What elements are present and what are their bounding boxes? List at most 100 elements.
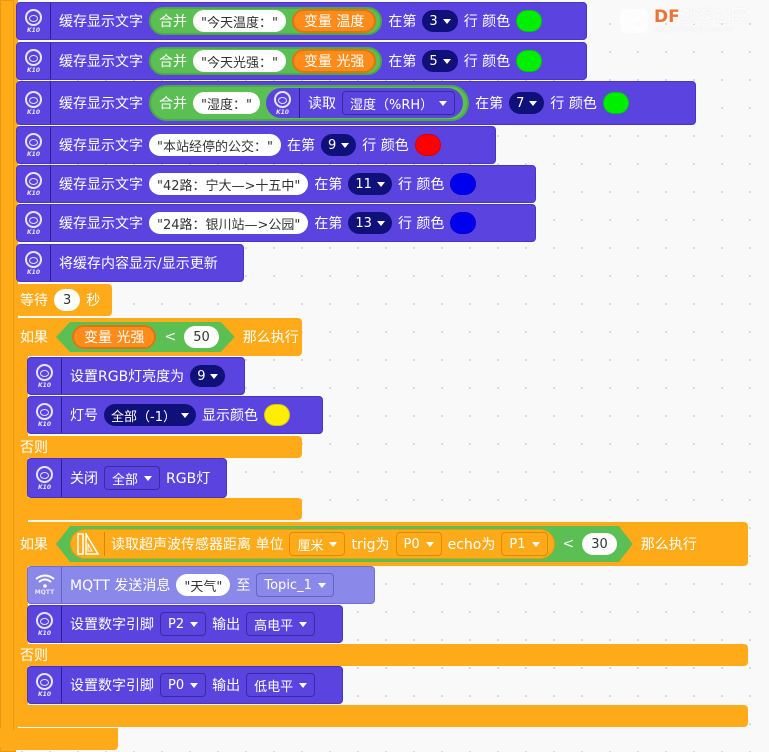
- else-label: 否则: [20, 440, 48, 456]
- color-swatch[interactable]: [516, 50, 543, 72]
- level-value: 低电平: [254, 679, 294, 695]
- line-value: 11: [355, 176, 372, 192]
- unit-value: 厘米: [297, 538, 324, 554]
- cache-text-block-1[interactable]: K10 缓存显示文字 合并 "今天温度：" 变量 温度 在第 3 行 颜色: [16, 2, 587, 40]
- text-input[interactable]: "今天光强：": [193, 50, 286, 72]
- wait-block[interactable]: 等待 3 秒: [16, 284, 112, 316]
- join-block[interactable]: 合并 "湿度：" K10 读取 湿度（%RH）: [149, 85, 470, 121]
- text-input[interactable]: "42路：宁大—>十五中": [149, 173, 309, 195]
- k10-icon: K10: [28, 667, 62, 703]
- row-color-label: 行 颜色: [362, 138, 409, 154]
- caret-down-icon: [341, 142, 350, 148]
- mqtt-send-block[interactable]: MQTT MQTT 发送消息 "天气" 至 Topic_1: [27, 566, 375, 604]
- caret-down-icon: [442, 58, 451, 64]
- line-dropdown[interactable]: 5: [422, 50, 458, 72]
- color-swatch[interactable]: [450, 173, 477, 195]
- block-label: 设置数字引脚: [70, 617, 154, 633]
- block-label: MQTT 发送消息: [70, 578, 171, 594]
- topic-dropdown[interactable]: Topic_1: [256, 573, 334, 597]
- if-label: 如果: [20, 537, 48, 553]
- text-input[interactable]: "今天温度：": [193, 10, 286, 32]
- sensor-dropdown[interactable]: 湿度（%RH）: [341, 91, 456, 115]
- color-swatch[interactable]: [414, 134, 441, 156]
- rgb-brightness-block[interactable]: K10 设置RGB灯亮度为 9: [27, 357, 245, 395]
- message-input[interactable]: "天气": [176, 574, 231, 596]
- text-input[interactable]: "本站经停的公交：": [149, 134, 281, 156]
- if-block-2-footer: [16, 705, 748, 727]
- block-label: 将缓存内容显示/显示更新: [59, 256, 218, 272]
- line-dropdown[interactable]: 9: [320, 134, 357, 156]
- operator: <: [164, 329, 177, 345]
- line-value: 5: [429, 53, 438, 69]
- line-dropdown[interactable]: 7: [509, 92, 545, 114]
- at-label: 在第: [314, 216, 343, 232]
- level-dropdown[interactable]: 高电平: [246, 612, 316, 636]
- variable-block[interactable]: 变量 光强: [72, 325, 156, 349]
- block-label: 关闭: [70, 471, 98, 487]
- read-sensor-block[interactable]: K10 读取 湿度（%RH）: [265, 88, 464, 118]
- block-label: 缓存显示文字: [59, 14, 143, 30]
- color-swatch[interactable]: [263, 404, 290, 426]
- if-block-1-header[interactable]: 如果 变量 光强 < 50 那么执行: [16, 318, 302, 356]
- text-input[interactable]: "湿度：": [193, 92, 260, 114]
- else-bar-1: 否则: [16, 436, 302, 458]
- line-value: 3: [429, 13, 438, 29]
- k10-icon: K10: [17, 127, 51, 163]
- line-dropdown[interactable]: 13: [348, 212, 392, 234]
- join-block[interactable]: 合并 "今天温度：" 变量 温度: [149, 7, 383, 35]
- caret-down-icon: [299, 621, 308, 627]
- wait-seconds-input[interactable]: 3: [54, 289, 81, 311]
- caret-down-icon: [532, 542, 540, 547]
- echo-pin-dropdown[interactable]: P1: [501, 532, 547, 556]
- if-block-2-header[interactable]: 如果 读取超声波传感器距离 单位 厘米 trig为 P0 echo为 P1 < …: [16, 522, 748, 566]
- block-label: 缓存显示文字: [59, 216, 143, 232]
- trig-pin-dropdown[interactable]: P0: [396, 532, 442, 556]
- line-dropdown[interactable]: 3: [422, 10, 458, 32]
- join-label: 合并: [159, 54, 187, 70]
- ultrasonic-block[interactable]: 读取超声波传感器距离 单位 厘米 trig为 P0 echo为 P1: [70, 529, 555, 559]
- text-input[interactable]: "24路：银川站—>公园": [149, 212, 309, 234]
- rgb-off-block[interactable]: K10 关闭 全部 RGB灯: [27, 458, 227, 498]
- compare-block[interactable]: 变量 光强 < 50: [56, 322, 235, 352]
- else-label: 否则: [20, 648, 48, 664]
- unit-dropdown[interactable]: 厘米: [289, 532, 345, 556]
- then-label: 那么执行: [242, 330, 299, 346]
- join-block[interactable]: 合并 "今天光强：" 变量 光强: [149, 47, 383, 75]
- cache-text-block-5[interactable]: K10 缓存显示文字 "42路：宁大—>十五中" 在第 11 行 颜色: [16, 165, 536, 203]
- k10-icon: K10: [17, 3, 51, 39]
- caret-down-icon: [426, 542, 434, 547]
- watermark: DF 创客社区 mc.DFRobot.com.cn: [620, 6, 748, 36]
- color-swatch[interactable]: [516, 10, 543, 32]
- cache-text-block-3[interactable]: K10 缓存显示文字 合并 "湿度：" K10 读取 湿度（%RH） 在第 7 …: [16, 81, 696, 125]
- compare-value-input[interactable]: 30: [582, 533, 617, 555]
- variable-block[interactable]: 变量 温度: [291, 9, 377, 33]
- line-dropdown[interactable]: 11: [348, 173, 392, 195]
- k10-icon: K10: [17, 43, 51, 79]
- at-label: 在第: [388, 14, 417, 30]
- caret-down-icon: [376, 220, 385, 226]
- color-swatch[interactable]: [602, 92, 629, 114]
- cache-text-block-4[interactable]: K10 缓存显示文字 "本站经停的公交：" 在第 9 行 颜色: [16, 126, 496, 164]
- lamp-dropdown[interactable]: 全部（-1）: [104, 404, 196, 426]
- lamp-off-dropdown[interactable]: 全部: [104, 466, 161, 490]
- wait-unit: 秒: [86, 293, 101, 309]
- rgb-color-block[interactable]: K10 灯号 全部（-1） 显示颜色: [27, 396, 323, 434]
- pin-dropdown[interactable]: P2: [160, 612, 207, 636]
- line-value: 9: [327, 137, 337, 153]
- level-dropdown[interactable]: 低电平: [246, 673, 316, 697]
- brightness-dropdown[interactable]: 9: [190, 365, 226, 387]
- pin-dropdown[interactable]: P0: [160, 673, 207, 697]
- display-refresh-block[interactable]: K10 将缓存内容显示/显示更新: [16, 244, 244, 282]
- digital-write-low-block[interactable]: K10 设置数字引脚 P0 输出 低电平: [27, 666, 343, 704]
- compare-value-input[interactable]: 50: [184, 326, 219, 348]
- cache-text-block-2[interactable]: K10 缓存显示文字 合并 "今天光强：" 变量 光强 在第 5 行 颜色: [16, 42, 587, 80]
- caret-down-icon: [329, 542, 337, 547]
- digital-write-high-block[interactable]: K10 设置数字引脚 P2 输出 高电平: [27, 605, 343, 643]
- caret-down-icon: [180, 412, 189, 418]
- cache-text-block-6[interactable]: K10 缓存显示文字 "24路：银川站—>公园" 在第 13 行 颜色: [16, 204, 536, 242]
- variable-block[interactable]: 变量 光强: [291, 49, 377, 73]
- compare-block[interactable]: 读取超声波传感器距离 单位 厘米 trig为 P0 echo为 P1 < 30: [56, 526, 633, 562]
- color-swatch[interactable]: [450, 212, 477, 234]
- block-suffix: RGB灯: [166, 471, 211, 487]
- block-label: 缓存显示文字: [59, 138, 143, 154]
